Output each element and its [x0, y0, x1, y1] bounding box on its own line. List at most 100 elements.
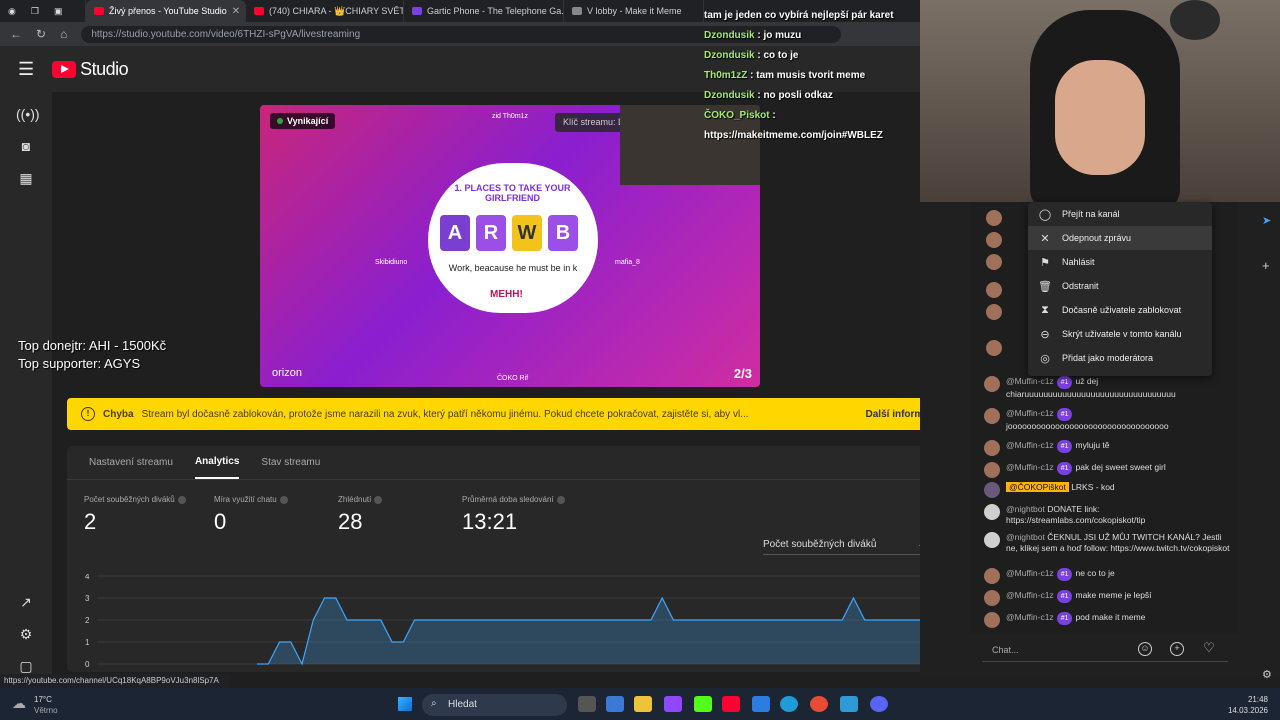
feedback-icon[interactable]: ▢	[16, 656, 36, 676]
chat-author[interactable]: @Muffin-c1z	[1006, 376, 1054, 386]
tab-analytics[interactable]: Analytics	[194, 446, 240, 479]
chat-author[interactable]: @Muffin-c1z	[1006, 568, 1054, 578]
studio-logo[interactable]: Studio	[52, 59, 129, 80]
avatar[interactable]	[986, 340, 1002, 356]
settings-icon[interactable]: ⚙	[16, 624, 36, 644]
context-menu-item[interactable]: ⚑ Nahlásit	[1028, 250, 1212, 274]
avatar[interactable]	[984, 532, 1000, 548]
twitch-icon[interactable]	[664, 696, 682, 712]
tab-chiara[interactable]: (740) CHIARA - 👑CHIARY SVĚT 👑 ✕	[246, 0, 404, 22]
chat-text: pod make it meme	[1075, 612, 1146, 622]
chat-author[interactable]: @Muffin-c1z	[1006, 462, 1054, 472]
workspaces-icon[interactable]: ❐	[31, 6, 39, 17]
avatar[interactable]	[984, 504, 1000, 520]
help-icon[interactable]	[556, 495, 565, 504]
tab-make-it-meme[interactable]: V lobby - Make it Meme	[564, 0, 704, 22]
chat-message[interactable]: @Muffin-c1z #1 pod make it meme	[984, 612, 1234, 628]
emoji-icon[interactable]: ☺	[1138, 642, 1152, 656]
help-icon[interactable]	[374, 495, 383, 504]
chat-message[interactable]: @ČOKOPiškot LRKS - kod	[984, 482, 1234, 498]
obs-icon[interactable]	[810, 696, 828, 712]
context-menu-item[interactable]: ⊖ Skrýt uživatele v tomto kanálu	[1028, 322, 1212, 346]
error-title: Chyba	[103, 408, 134, 420]
menu-icon[interactable]: ☰	[18, 59, 34, 80]
chat-message[interactable]: @Muffin-c1z #1 pak dej sweet sweet girl	[984, 462, 1234, 478]
chat-author[interactable]: @Muffin-c1z	[1006, 440, 1054, 450]
avatar[interactable]	[986, 254, 1002, 270]
avatar[interactable]	[984, 568, 1000, 584]
context-menu-item[interactable]: ◯ Přejít na kanál	[1028, 202, 1212, 226]
discord-icon[interactable]	[870, 696, 888, 712]
avatar[interactable]	[984, 482, 1000, 498]
stream-preview[interactable]: Vynikající Klíč streamu: Default strear …	[260, 105, 760, 387]
overlay-chat-text: : jo muzu	[757, 30, 802, 41]
context-menu-item[interactable]: ◎ Přidat jako moderátora	[1028, 346, 1212, 370]
chat-author[interactable]: @Muffin-c1z	[1006, 590, 1054, 600]
chat-message[interactable]: @Muffin-c1z #1 myluju tě	[984, 440, 1234, 456]
explorer-icon[interactable]	[634, 696, 652, 712]
kick-icon[interactable]	[694, 696, 712, 712]
chat-message[interactable]: @Muffin-c1z #1 make meme je lepší	[984, 590, 1234, 606]
store-icon[interactable]	[606, 696, 624, 712]
youtube-app-icon[interactable]	[722, 696, 740, 712]
avatar[interactable]	[986, 232, 1002, 248]
context-menu-item[interactable]: ⧗ Dočasně uživatele zablokovat	[1028, 298, 1212, 322]
avatar[interactable]	[986, 210, 1002, 226]
open-external-icon[interactable]: ↗	[16, 592, 36, 612]
chat-message[interactable]: @Muffin-c1z #1joooooooooooooooooooooooooo…	[984, 408, 1234, 432]
settings-icon[interactable]: ⚙	[1262, 668, 1272, 681]
context-menu-label: Přejít na kanál	[1062, 209, 1120, 219]
chat-author[interactable]: @Muffin-c1z	[1006, 612, 1054, 622]
back-icon[interactable]: ←	[10, 27, 22, 41]
heart-icon[interactable]: ♡	[1202, 641, 1216, 656]
avatar[interactable]	[986, 304, 1002, 320]
chat-author[interactable]: @nightbot	[1006, 504, 1045, 514]
calendar-icon[interactable]: ▦	[16, 168, 36, 188]
taskbar-search[interactable]: ⌕ Hledat	[422, 694, 567, 716]
home-icon[interactable]: ⌂	[60, 27, 67, 41]
chat-message[interactable]: @nightbot ČEKNUL JSI UŽ MŮJ TWITCH KANÁL…	[984, 532, 1234, 554]
help-icon[interactable]	[177, 495, 186, 504]
add-circle-icon[interactable]: +	[1170, 642, 1184, 656]
chat-message[interactable]: @nightbot DONATE link: https://streamlab…	[984, 504, 1234, 526]
task-view-icon[interactable]	[578, 696, 596, 712]
app-icon[interactable]	[840, 696, 858, 712]
edge-icon[interactable]	[780, 696, 798, 712]
live-icon[interactable]: ((•))	[16, 104, 40, 124]
tab-youtube-studio[interactable]: Živý přenos - YouTube Studio ✕	[86, 0, 246, 22]
editor-icon[interactable]	[752, 696, 770, 712]
chat-author[interactable]: @ČOKOPiškot	[1006, 482, 1069, 492]
search-label: Hledat	[448, 699, 477, 710]
add-icon[interactable]: +	[1262, 258, 1270, 273]
close-icon[interactable]: ✕	[232, 6, 240, 17]
avatar[interactable]	[984, 590, 1000, 606]
tab-stream-settings[interactable]: Nastavení streamu	[89, 457, 173, 468]
tab-label: Gartic Phone - The Telephone Ga...	[427, 6, 564, 16]
tab-stream-health[interactable]: Stav streamu	[261, 457, 320, 468]
avatar[interactable]	[986, 282, 1002, 298]
context-menu-item[interactable]: ✕ Odepnout zprávu	[1028, 226, 1212, 250]
send-icon[interactable]: ➤	[1262, 214, 1271, 227]
chat-message[interactable]: @Muffin-c1z #1 už dej chiaruuuuuuuuuuuuuuu…	[984, 376, 1234, 400]
chart-area	[257, 598, 921, 664]
avatar[interactable]	[984, 440, 1000, 456]
avatar[interactable]	[984, 376, 1000, 392]
avatar[interactable]	[984, 408, 1000, 424]
reload-icon[interactable]: ↻	[36, 27, 46, 41]
camera-icon[interactable]: ◙	[16, 136, 36, 156]
stream-health-badge: Vynikající	[270, 113, 336, 129]
chat-author[interactable]: @nightbot	[1006, 532, 1045, 542]
tab-gartic-phone[interactable]: Gartic Phone - The Telephone Ga... ✕	[404, 0, 564, 22]
avatar[interactable]	[984, 612, 1000, 628]
metric-value: 0	[214, 509, 227, 534]
avatar[interactable]	[984, 462, 1000, 478]
chat-message[interactable]: @Muffin-c1z #1 ne co to je	[984, 568, 1234, 584]
chat-author[interactable]: @Muffin-c1z	[1006, 408, 1054, 418]
profile-icon[interactable]: ◉	[8, 6, 16, 17]
tab-actions-icon[interactable]: ▣	[54, 6, 63, 17]
windows-start-icon[interactable]	[398, 697, 412, 711]
context-menu-item[interactable]: 🗑 Odstranit	[1028, 274, 1212, 298]
chat-input[interactable]: Chat...	[982, 640, 1228, 662]
help-icon[interactable]	[279, 495, 288, 504]
metric-dropdown[interactable]: Počet souběžných diváků ⌄	[763, 539, 927, 555]
